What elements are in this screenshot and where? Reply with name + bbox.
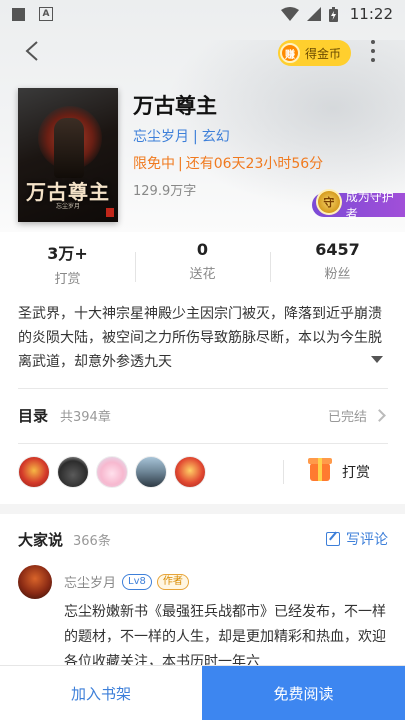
- book-title: 万古尊主: [133, 94, 217, 118]
- divider: [18, 443, 388, 444]
- fan-avatar[interactable]: [57, 456, 89, 488]
- book-meta: 忘尘岁月 | 玄幻: [133, 129, 230, 145]
- signal-icon: [306, 7, 321, 21]
- app-a-icon: A: [39, 7, 53, 21]
- bottom-action-bar: 加入书架 免费阅读: [0, 665, 405, 720]
- fan-avatar[interactable]: [18, 456, 50, 488]
- fan-avatar[interactable]: [135, 456, 167, 488]
- top-nav: 赚 得金币: [0, 30, 405, 76]
- free-read-button[interactable]: 免费阅读: [202, 666, 405, 720]
- commenter-avatar[interactable]: [18, 565, 52, 599]
- fan-avatar[interactable]: [96, 456, 128, 488]
- coin-icon: 赚: [280, 43, 300, 63]
- write-comment-button[interactable]: 写评论: [326, 529, 388, 549]
- table-of-contents-row[interactable]: 目录 共394章 已完结: [18, 392, 388, 438]
- fan-avatar[interactable]: [174, 456, 206, 488]
- genre-link[interactable]: 玄幻: [202, 129, 230, 145]
- status-bar: A 11:22: [0, 0, 405, 28]
- author-badge: 作者: [156, 573, 189, 590]
- level-badge: Lv8: [122, 573, 152, 590]
- tip-button[interactable]: 打赏: [342, 462, 370, 482]
- comment-text[interactable]: 忘尘粉嫩新书《最强狂兵战都市》已经发布，不一样的题材，不一样的人生，却是更加精彩…: [64, 600, 386, 675]
- comments-count: 366条: [73, 533, 111, 549]
- wifi-icon: [280, 7, 299, 21]
- book-detail-page: A 11:22 赚 得金币 万古尊主 忘尘岁月 万古尊主 忘尘岁月 | 玄幻 限免中…: [0, 0, 405, 720]
- more-options-icon[interactable]: [368, 38, 378, 64]
- author-link[interactable]: 忘尘岁月: [133, 129, 189, 145]
- book-description[interactable]: 圣武界，十大神宗星神殿少主因宗门被灭，降落到近乎崩溃的炎陨大陆，被空间之力所伤导…: [18, 302, 388, 374]
- cover-author: 忘尘岁月: [55, 203, 80, 210]
- gift-icon[interactable]: [308, 458, 332, 481]
- pen-icon: [326, 532, 340, 546]
- section-gap: [0, 504, 405, 514]
- battery-icon: [328, 6, 338, 22]
- stat-fans[interactable]: 6457 粉丝: [270, 240, 405, 296]
- free-remaining: 还有06天23小时56分: [185, 156, 324, 172]
- divider: [18, 388, 388, 389]
- free-limit-info: 限免中 | 还有06天23小时56分: [133, 156, 324, 172]
- fans-row: 打赏: [18, 452, 388, 492]
- commenter-name[interactable]: 忘尘岁月: [64, 572, 116, 591]
- stat-flowers[interactable]: 0 送花: [135, 240, 270, 296]
- earn-coins-button[interactable]: 赚 得金币: [278, 40, 352, 66]
- toc-title: 目录: [18, 406, 49, 425]
- add-to-shelf-button[interactable]: 加入书架: [0, 666, 202, 720]
- expand-description-icon[interactable]: [371, 356, 383, 363]
- become-guardian-button[interactable]: 守 成为守护者: [312, 189, 405, 221]
- commenter-info: 忘尘岁月 Lv8 作者: [64, 572, 189, 591]
- completion-status: 已完结: [327, 409, 367, 425]
- book-cover[interactable]: 万古尊主 忘尘岁月: [18, 88, 118, 222]
- stat-tips[interactable]: 3万+ 打赏: [0, 240, 135, 296]
- guardian-label: 成为守护者: [345, 190, 394, 221]
- chevron-right-icon: [373, 408, 386, 422]
- status-time: 11:22: [349, 5, 393, 23]
- chapter-count: 共394章: [60, 409, 111, 425]
- comments-header: 大家说 366条 写评论: [18, 526, 388, 552]
- back-arrow-icon[interactable]: [22, 40, 44, 62]
- guardian-shield-icon: 守: [316, 189, 342, 215]
- comments-title: 大家说: [18, 530, 64, 549]
- free-label: 限免中: [133, 156, 175, 172]
- earn-coins-label: 得金币: [305, 46, 342, 61]
- word-count: 129.9万字: [133, 184, 197, 199]
- notification-icon: [12, 7, 25, 21]
- book-stats: 3万+ 打赏 0 送花 6457 粉丝: [0, 240, 405, 296]
